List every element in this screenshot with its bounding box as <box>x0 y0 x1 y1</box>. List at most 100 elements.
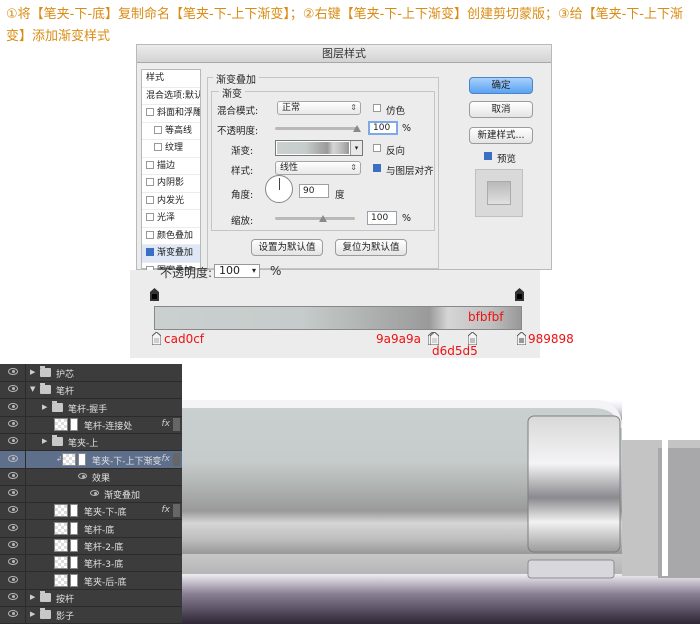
dropdown-icon[interactable]: ▾ <box>252 265 256 277</box>
gradient-dropdown-icon[interactable]: ▾ <box>350 141 362 155</box>
scale-slider-thumb[interactable] <box>319 215 327 222</box>
layer-row-按杆[interactable]: ▶ 按杆 <box>0 588 182 607</box>
layer-row-笔夹-上[interactable]: ▶ 笔夹-上 <box>0 433 182 452</box>
reverse-checkbox[interactable] <box>373 144 381 152</box>
visibility-toggle[interactable] <box>0 571 26 590</box>
gradient-style-select[interactable]: 线性 ⇕ <box>275 161 361 175</box>
cancel-button[interactable]: 取消 <box>469 101 533 118</box>
color-stop-cad0cf[interactable] <box>151 331 162 346</box>
eye-icon[interactable] <box>8 506 18 514</box>
visibility-toggle[interactable] <box>0 519 26 538</box>
ok-button[interactable]: 确定 <box>469 77 533 94</box>
eye-icon[interactable] <box>8 454 18 462</box>
style-item-checkbox[interactable] <box>154 125 162 134</box>
scale-input[interactable]: 100 <box>367 211 397 225</box>
layer-row-笔杆-3-底[interactable]: 笔杆-3-底 <box>0 554 182 573</box>
eye-icon[interactable] <box>8 471 18 479</box>
effect-eye-icon[interactable] <box>78 472 87 479</box>
eye-icon[interactable] <box>8 437 18 445</box>
visibility-toggle[interactable] <box>0 467 26 486</box>
expanded-arrow-icon[interactable]: ▼ <box>30 385 35 393</box>
dither-checkbox[interactable] <box>373 104 381 112</box>
style-item-checkbox[interactable] <box>154 143 162 151</box>
style-item-checkbox[interactable] <box>146 195 154 204</box>
style-item-5[interactable]: 内发光 <box>142 193 200 210</box>
layer-row-笔夹-下-上下渐变[interactable]: ↲ 笔夹-下-上下渐变 fx <box>0 450 182 469</box>
new-style-button[interactable]: 新建样式... <box>469 127 533 144</box>
set-default-button[interactable]: 设置为默认值 <box>251 239 323 256</box>
fx-icon[interactable]: fx <box>162 454 171 464</box>
visibility-toggle[interactable] <box>0 433 26 452</box>
gradient-picker[interactable]: ▾ <box>275 140 363 156</box>
eye-icon[interactable] <box>8 610 18 618</box>
style-item-2[interactable]: 纹理 <box>142 140 200 158</box>
eye-icon[interactable] <box>8 419 18 427</box>
style-item-7[interactable]: 颜色叠加 <box>142 228 200 245</box>
angle-dial[interactable] <box>265 175 293 203</box>
opacity-stop-left[interactable] <box>150 288 159 301</box>
style-item-checkbox[interactable] <box>146 230 154 239</box>
layer-row-笔夹-下-底[interactable]: 笔夹-下-底 fx <box>0 502 182 521</box>
fx-expand-icon[interactable] <box>173 452 180 466</box>
eye-icon[interactable] <box>8 489 18 497</box>
layer-row-笔杆[interactable]: ▼ 笔杆 <box>0 381 182 400</box>
eye-icon[interactable] <box>8 523 18 531</box>
opacity-stop-right[interactable] <box>515 288 524 301</box>
visibility-toggle[interactable] <box>0 485 26 504</box>
layer-row-笔杆-握手[interactable]: ▶ 笔杆-握手 <box>0 398 182 417</box>
scale-slider-track[interactable] <box>275 217 355 220</box>
collapsed-arrow-icon[interactable]: ▶ <box>42 437 47 445</box>
style-item-1[interactable]: 等高线 <box>142 123 200 140</box>
align-with-layer-checkbox[interactable] <box>373 164 381 172</box>
layer-row-渐变叠加[interactable]: 渐变叠加 <box>0 485 182 504</box>
style-item-4[interactable]: 内阴影 <box>142 175 200 193</box>
visibility-toggle[interactable] <box>0 364 26 382</box>
style-item-checkbox[interactable] <box>146 248 154 256</box>
collapsed-arrow-icon[interactable]: ▶ <box>30 593 35 601</box>
eye-icon[interactable] <box>8 575 18 583</box>
opacity-input[interactable]: 100 <box>368 121 398 135</box>
layer-row-笔杆-2-底[interactable]: 笔杆-2-底 <box>0 537 182 555</box>
collapsed-arrow-icon[interactable]: ▶ <box>42 403 47 411</box>
fx-expand-icon[interactable] <box>173 417 180 431</box>
blend-mode-select[interactable]: 正常 ⇕ <box>277 101 361 115</box>
gradient-bar[interactable] <box>154 306 522 330</box>
style-item-checkbox[interactable] <box>146 160 154 169</box>
collapsed-arrow-icon[interactable]: ▶ <box>30 368 35 376</box>
reset-default-button[interactable]: 复位为默认值 <box>335 239 407 256</box>
collapsed-arrow-icon[interactable]: ▶ <box>30 610 35 618</box>
eye-icon[interactable] <box>8 592 18 600</box>
eye-icon[interactable] <box>8 385 18 393</box>
fx-icon[interactable]: fx <box>162 419 171 429</box>
editor-opacity-input[interactable]: 100 ▾ <box>214 264 260 278</box>
layer-row-影子[interactable]: ▶ 影子 <box>0 606 182 624</box>
opacity-slider-track[interactable] <box>275 127 359 130</box>
fx-expand-icon[interactable] <box>173 504 180 518</box>
style-list-header[interactable]: 样式 <box>142 70 200 88</box>
style-item-8[interactable]: 渐变叠加 <box>142 245 200 263</box>
color-stop-bfbfbf[interactable] <box>467 331 478 346</box>
angle-input[interactable]: 90 <box>299 184 329 198</box>
visibility-toggle[interactable] <box>0 415 26 434</box>
eye-icon[interactable] <box>8 368 18 375</box>
layer-row-效果[interactable]: 效果 <box>0 467 182 486</box>
visibility-toggle[interactable] <box>0 502 26 521</box>
style-item-checkbox[interactable] <box>146 178 154 186</box>
layer-row-护芯[interactable]: ▶ 护芯 <box>0 364 182 382</box>
layer-row-笔夹-后-底[interactable]: 笔夹-后-底 <box>0 571 182 590</box>
style-item-6[interactable]: 光泽 <box>142 210 200 228</box>
style-item-checkbox[interactable] <box>146 108 154 116</box>
layer-row-笔杆-连接处[interactable]: 笔杆-连接处 fx <box>0 415 182 434</box>
style-item-checkbox[interactable] <box>146 213 154 221</box>
fx-icon[interactable]: fx <box>162 505 171 515</box>
eye-icon[interactable] <box>8 558 18 566</box>
preview-checkbox[interactable] <box>484 152 492 160</box>
eye-icon[interactable] <box>8 402 18 410</box>
eye-icon[interactable] <box>8 541 18 548</box>
visibility-toggle[interactable] <box>0 398 26 417</box>
effect-eye-icon[interactable] <box>90 490 99 497</box>
style-item-0[interactable]: 斜面和浮雕 <box>142 105 200 123</box>
opacity-slider-thumb[interactable] <box>353 125 361 132</box>
layer-row-笔杆-底[interactable]: 笔杆-底 <box>0 519 182 538</box>
visibility-toggle[interactable] <box>0 606 26 624</box>
